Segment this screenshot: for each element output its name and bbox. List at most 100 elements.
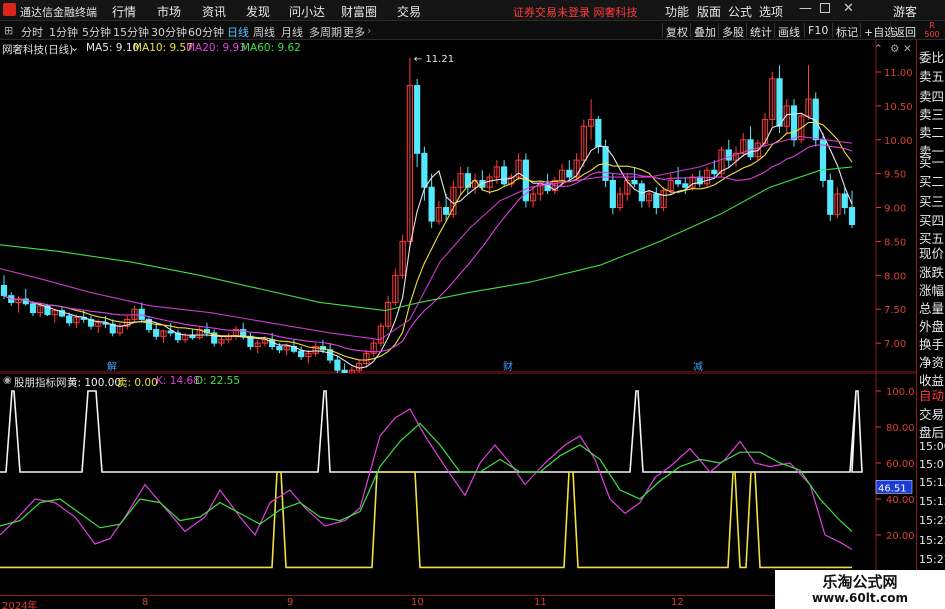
button-fuquan[interactable]: 复权 [662,23,691,39]
candle[interactable] [769,72,776,127]
candle[interactable] [44,303,51,316]
candle[interactable] [834,187,841,218]
candle[interactable] [848,190,856,228]
candle[interactable] [377,322,384,347]
chevron-right-icon[interactable]: › [367,24,371,37]
side-item[interactable]: 总量 [919,298,944,317]
candle[interactable] [399,234,406,279]
side-item[interactable]: 委比 [919,47,944,66]
tab-more[interactable]: 更多 [343,24,365,40]
candle[interactable] [609,173,616,215]
event-mark[interactable]: 财 [503,360,513,373]
side-item[interactable]: 换手 [919,334,944,353]
candle[interactable] [109,319,116,337]
side-item[interactable]: 净资 [919,352,944,371]
candle[interactable] [247,332,254,350]
candle[interactable] [529,187,537,208]
close-panel-icon[interactable]: ✕ [903,43,912,55]
candle[interactable] [587,99,595,140]
candle[interactable] [645,190,653,208]
candle[interactable] [356,360,363,373]
tab-5min[interactable]: 5分钟 [82,24,111,40]
indicator-panel[interactable]: 100.0 80.00 60.00 40.00 20.00 46.51 ◉ 股朋指标网 黄… [0,373,916,595]
config-icon[interactable]: ⚙ [890,43,899,55]
side-item[interactable]: 买一 [919,152,944,171]
side-item[interactable]: 卖四 [919,86,944,105]
side-item[interactable]: 15:00 [919,440,945,453]
candle[interactable] [508,173,515,188]
button-biaoji[interactable]: 标记 [832,23,861,39]
button-diejia[interactable]: 叠加 [690,23,719,39]
side-item[interactable]: 涨幅 [919,280,944,299]
candle[interactable] [725,139,732,167]
candle[interactable] [472,173,479,194]
tab-multi-period[interactable]: 多周期 [309,24,342,40]
candle[interactable] [312,343,319,357]
candle[interactable] [22,288,29,306]
candle[interactable] [116,322,124,337]
login-notice[interactable]: 证券交易未登录 网奢科技 [513,4,638,20]
button-back[interactable]: 返回 [890,23,919,39]
candle[interactable] [805,65,812,120]
side-item[interactable]: 15:13 [919,476,945,489]
candle[interactable] [385,295,392,330]
tab-30min[interactable]: 30分钟 [151,24,187,40]
button-f10[interactable]: F10 [804,23,831,38]
candle[interactable] [638,180,645,208]
kline-panel[interactable]: 11.0010.5010.009.509.008.508.007.507.006… [0,40,945,373]
side-item[interactable]: 买二 [919,171,944,190]
menu-caifuquan[interactable]: 财富圈 [341,3,377,20]
button-duogu[interactable]: 多股 [718,23,747,39]
candle[interactable] [153,322,160,340]
candle[interactable] [595,116,602,154]
candle[interactable] [145,316,153,333]
indicator-chart[interactable]: 100.0 80.00 60.00 40.00 20.00 46.51 [0,373,916,595]
candle[interactable] [334,356,341,373]
candle[interactable] [363,349,370,367]
tab-60min[interactable]: 60分钟 [188,24,224,40]
candle[interactable] [827,173,834,222]
stock-title[interactable]: 网奢科技(日线) [2,42,73,57]
maximize-icon[interactable] [820,3,830,13]
tab-daily[interactable]: 日线 [227,24,249,40]
candle[interactable] [392,268,399,306]
event-mark[interactable]: 解 [107,360,117,373]
grid-icon[interactable]: ⊞ [4,24,13,37]
menu-gongneng[interactable]: 功能 [665,3,689,20]
candle[interactable] [174,329,182,344]
candle[interactable] [790,99,798,147]
menu-banmian[interactable]: 版面 [697,3,721,20]
candle[interactable] [196,326,203,340]
candle[interactable] [232,326,240,340]
candle[interactable] [732,146,740,167]
candle[interactable] [653,187,660,215]
candle[interactable] [464,166,471,194]
side-item[interactable]: 自动 [919,385,944,404]
side-item[interactable]: 买三 [919,191,944,210]
candle[interactable] [225,332,232,344]
menu-shichang[interactable]: 市场 [157,3,181,20]
button-huaxian[interactable]: 画线 [774,23,803,39]
event-mark[interactable]: 减 [693,361,703,373]
menu-jiaoyi[interactable]: 交易 [397,3,421,20]
side-item[interactable]: 15:01 [919,458,945,471]
candle[interactable] [211,329,218,347]
minimize-icon[interactable]: — [799,1,812,16]
tab-weekly[interactable]: 周线 [253,24,275,40]
candle[interactable] [370,339,377,357]
tab-monthly[interactable]: 月线 [281,24,303,40]
candle[interactable] [515,153,522,181]
candle[interactable] [501,160,508,188]
tab-15min[interactable]: 15分钟 [113,24,149,40]
indicator-title[interactable]: 股朋指标网 [14,375,67,390]
side-item[interactable]: 15:15 [919,495,945,508]
candle[interactable] [616,187,624,211]
candle[interactable] [406,57,413,249]
side-item[interactable]: 卖三 [919,104,944,123]
candle[interactable] [486,173,493,194]
candle[interactable] [51,309,58,323]
side-item[interactable]: 卖五 [919,66,944,85]
menu-hangqing[interactable]: 行情 [112,3,136,20]
quote-side-panel[interactable]: 委比 卖五 卖四 卖三 卖二 卖一 买一 买二 买三 买四 买五 现价 涨跌 涨幅 总量 外盘 换手 净资 收益 自动… [916,40,945,595]
candle[interactable] [435,200,442,225]
